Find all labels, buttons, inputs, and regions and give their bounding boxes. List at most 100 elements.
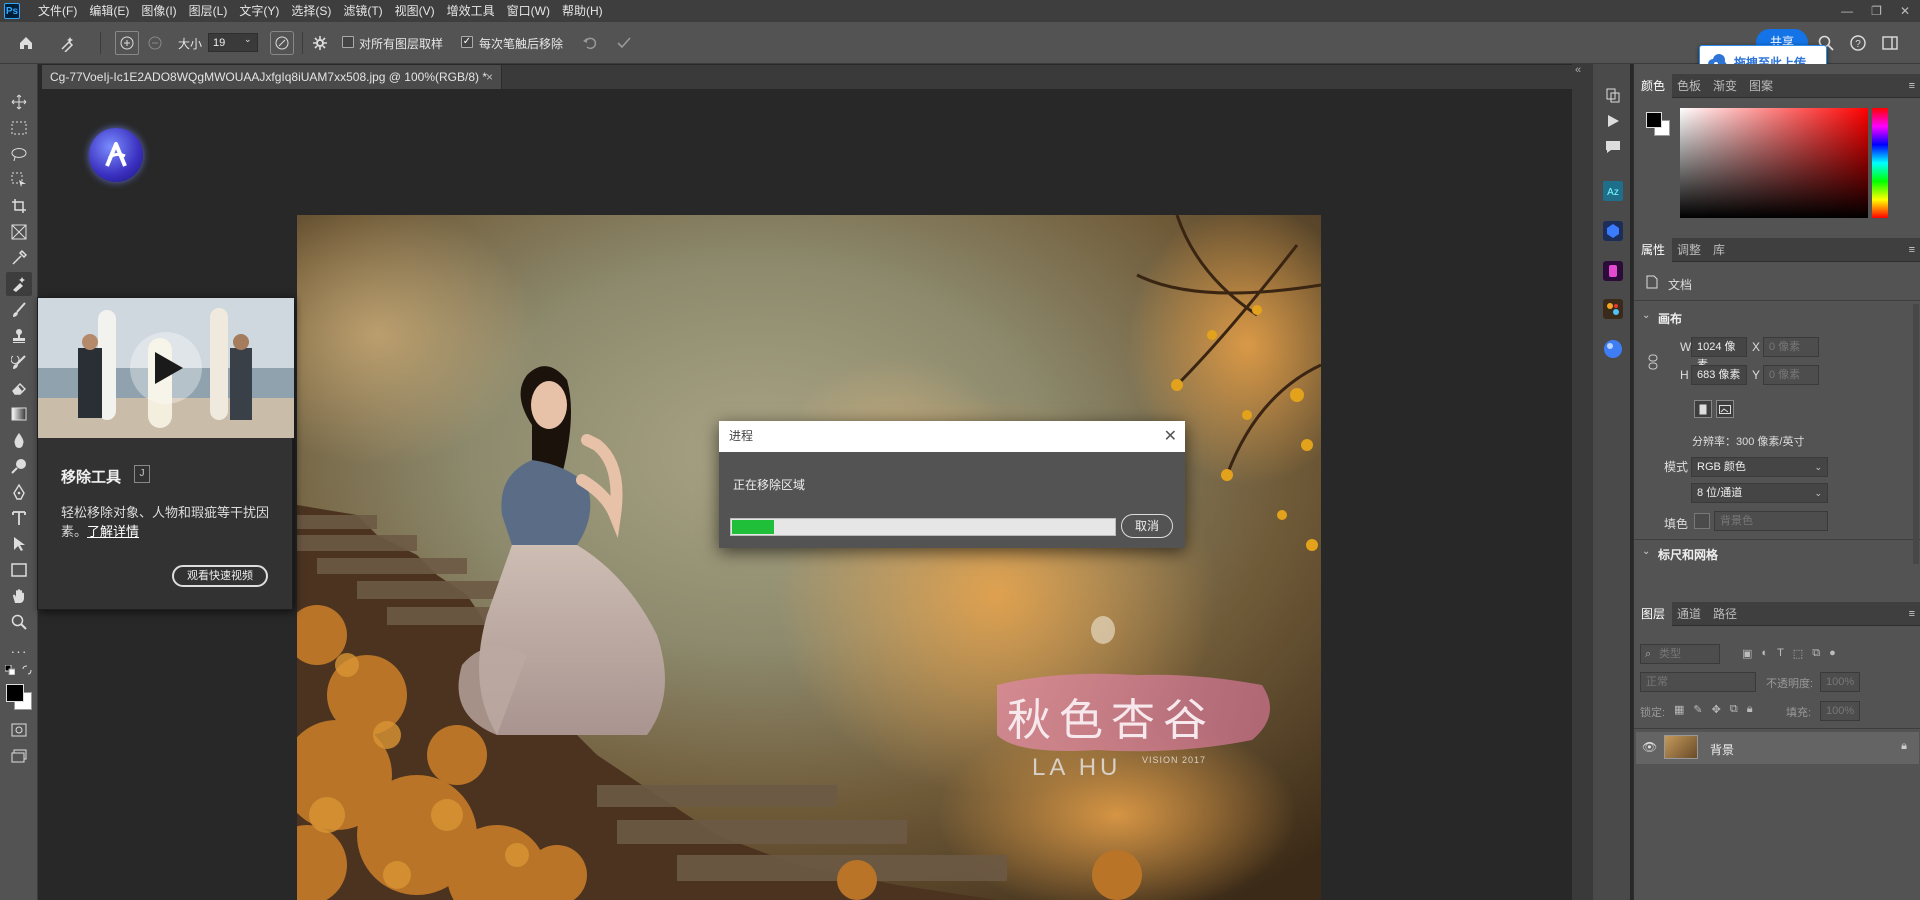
menu-item[interactable]: 编辑(E) [83, 0, 135, 22]
filter-type-icon[interactable]: T [1777, 647, 1784, 660]
zoom-tool-icon[interactable] [6, 610, 32, 634]
pen-tool-icon[interactable] [6, 480, 32, 504]
tab-layers[interactable]: 图层 [1634, 602, 1673, 626]
help-icon[interactable]: ? [1846, 31, 1870, 55]
lock-artboard-icon[interactable]: ⧉ [1730, 703, 1738, 716]
more-tools-icon[interactable]: ··· [6, 639, 32, 663]
watch-video-button[interactable]: 观看快速视频 [172, 565, 268, 587]
color-panel-foreground-swatch[interactable] [1646, 112, 1662, 128]
path-selection-tool-icon[interactable] [6, 532, 32, 556]
remove-tool-preset-icon[interactable] [56, 31, 80, 55]
hand-tool-icon[interactable] [6, 584, 32, 608]
dialog-close-icon[interactable]: ✕ [1164, 421, 1177, 452]
object-selection-tool-icon[interactable] [6, 168, 32, 192]
assistant-app-icon[interactable] [89, 128, 143, 182]
menu-item[interactable]: 帮助(H) [556, 0, 609, 22]
dodge-tool-icon[interactable] [6, 454, 32, 478]
subtract-mode-icon[interactable] [143, 31, 167, 55]
layers-panel-menu-icon[interactable]: ≡ [1909, 608, 1915, 620]
close-window-icon[interactable]: ✕ [1900, 4, 1910, 18]
opacity-field[interactable]: 100% [1820, 672, 1860, 692]
tab-libraries[interactable]: 库 [1706, 238, 1732, 262]
document-tab[interactable]: Cg-77VoeIj-Ic1E2ADO8WQgMWOUAAJxfgIq8iUAM… [42, 65, 502, 89]
menu-item[interactable]: 增效工具 [441, 0, 501, 22]
tab-gradients[interactable]: 渐变 [1706, 74, 1744, 98]
canvas-section-chevron-icon[interactable]: ⌄ [1642, 310, 1650, 321]
properties-panel-menu-icon[interactable]: ≡ [1909, 244, 1915, 256]
eraser-tool-icon[interactable] [6, 376, 32, 400]
lasso-tool-icon[interactable] [6, 142, 32, 166]
menu-item[interactable]: 文字(Y) [233, 0, 285, 22]
filter-smart-icon[interactable]: ⧉ [1812, 647, 1820, 660]
workspace-icon[interactable] [1878, 31, 1902, 55]
fill-opacity-field[interactable]: 100% [1820, 701, 1860, 721]
learn-more-link[interactable]: 了解详情 [87, 524, 139, 539]
document-image[interactable]: 秋色杏谷 LA HU VISION 2017 [297, 215, 1321, 900]
swap-colors-icon[interactable] [20, 664, 34, 676]
undo-icon[interactable] [578, 31, 602, 55]
hue-slider[interactable] [1872, 108, 1888, 218]
rectangle-tool-icon[interactable] [6, 558, 32, 582]
tab-paths[interactable]: 路径 [1706, 602, 1744, 626]
plugin-az-icon[interactable]: Az [1602, 180, 1624, 202]
gradient-tool-icon[interactable] [6, 402, 32, 426]
portrait-orientation-icon[interactable] [1694, 400, 1712, 418]
y-field[interactable]: 0 像素 [1763, 365, 1819, 385]
layer-row[interactable]: 👁︎ 背景 🔒︎ [1636, 732, 1919, 764]
tab-properties[interactable]: 属性 [1634, 238, 1673, 262]
menu-item[interactable]: 滤镜(T) [337, 0, 388, 22]
cancel-button[interactable]: 取消 [1121, 514, 1173, 538]
screen-mode-icon[interactable] [6, 744, 32, 768]
filter-pixel-icon[interactable]: ▣ [1742, 647, 1752, 660]
plugin-hex-icon[interactable] [1602, 220, 1624, 242]
size-dropdown-icon[interactable]: ⌄ [244, 34, 252, 45]
tab-adjustments[interactable]: 调整 [1670, 238, 1708, 262]
commit-check-icon[interactable] [612, 31, 636, 55]
height-field[interactable]: 683 像素 [1691, 365, 1747, 385]
filter-toggle-icon[interactable]: ● [1829, 647, 1836, 660]
menu-item[interactable]: 图层(L) [183, 0, 234, 22]
tab-patterns[interactable]: 图案 [1742, 74, 1780, 98]
home-icon[interactable] [14, 31, 38, 55]
comments-icon[interactable] [1602, 136, 1624, 158]
blend-mode-select[interactable]: 正常 [1640, 672, 1756, 692]
width-field[interactable]: 1024 像素 [1691, 337, 1747, 371]
quick-mask-icon[interactable] [6, 718, 32, 742]
lock-image-icon[interactable]: ✎ [1693, 703, 1702, 716]
color-panel-menu-icon[interactable]: ≡ [1909, 80, 1915, 92]
plugin-sphere-icon[interactable] [1602, 338, 1624, 360]
sample-all-layers-checkbox[interactable] [342, 36, 354, 48]
blur-tool-icon[interactable] [6, 428, 32, 452]
tab-swatches[interactable]: 色板 [1670, 74, 1708, 98]
color-field[interactable] [1680, 108, 1868, 218]
link-dimensions-icon[interactable] [1648, 354, 1658, 370]
add-mode-icon[interactable] [115, 31, 139, 55]
pressure-icon[interactable] [270, 31, 294, 55]
stamp-tool-icon[interactable] [6, 324, 32, 348]
frame-tool-icon[interactable] [6, 220, 32, 244]
crop-tool-icon[interactable] [6, 194, 32, 218]
bit-depth-select[interactable]: 8 位/通道 ⌄ [1691, 483, 1828, 503]
history-icon[interactable] [1602, 84, 1624, 106]
lock-position-icon[interactable]: ✥ [1712, 703, 1721, 716]
plugin-grid-icon[interactable] [1602, 298, 1624, 320]
close-tab-icon[interactable]: × [486, 65, 493, 89]
rulers-section-chevron-icon[interactable]: ⌄ [1642, 546, 1650, 557]
x-field[interactable]: 0 像素 [1763, 337, 1819, 357]
remove-tool-icon[interactable] [6, 272, 32, 296]
marquee-tool-icon[interactable] [6, 116, 32, 140]
layer-filter-search[interactable]: ⌕ 类型 [1640, 644, 1720, 664]
filter-adjust-icon[interactable]: ◐ [1761, 647, 1768, 660]
remove-after-stroke-checkbox[interactable]: ✓ [461, 36, 473, 48]
properties-scrollbar[interactable] [1913, 304, 1919, 564]
plugin-pink-icon[interactable] [1602, 260, 1624, 282]
restore-icon[interactable]: ❐ [1871, 4, 1882, 18]
default-colors-icon[interactable] [3, 664, 17, 676]
visibility-eye-icon[interactable]: 👁︎ [1642, 740, 1657, 754]
menu-item[interactable]: 文件(F) [32, 0, 83, 22]
landscape-orientation-icon[interactable] [1716, 400, 1734, 418]
tab-channels[interactable]: 通道 [1670, 602, 1708, 626]
settings-gear-icon[interactable] [308, 31, 332, 55]
history-brush-icon[interactable] [6, 350, 32, 374]
menu-item[interactable]: 视图(V) [389, 0, 441, 22]
